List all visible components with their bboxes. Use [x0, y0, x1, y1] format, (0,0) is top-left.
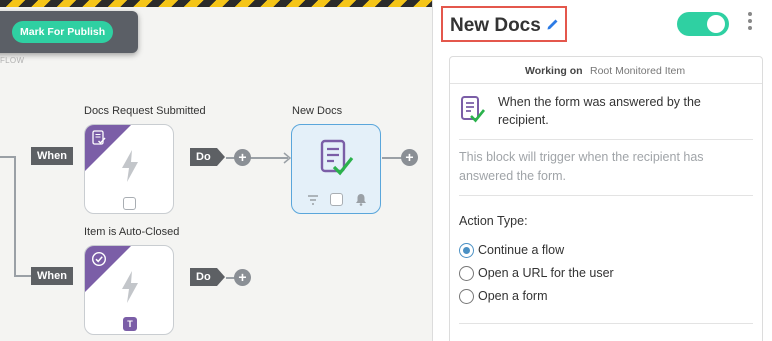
working-on-value[interactable]: Root Monitored Item: [590, 65, 685, 77]
divider: [459, 323, 753, 324]
mark-for-publish-button[interactable]: Mark For Publish: [12, 21, 114, 43]
divider: [459, 139, 753, 140]
node-title: Item is Auto-Closed: [84, 226, 180, 238]
working-on-label: Working on: [525, 65, 583, 77]
details-panel: New Docs Working on Root Monitored Item …: [432, 0, 772, 341]
block-settings-card: Working on Root Monitored Item When the …: [449, 56, 763, 341]
radio-label: Continue a flow: [478, 243, 565, 257]
radio-button[interactable]: [459, 243, 474, 258]
radio-button[interactable]: [459, 289, 474, 304]
radio-button[interactable]: [459, 266, 474, 281]
node-title: New Docs: [292, 105, 343, 117]
lightning-bolt-icon: [122, 150, 138, 182]
document-check-icon: [461, 96, 486, 123]
do-tag: Do: [190, 148, 225, 166]
lightning-bolt-icon: [122, 271, 138, 303]
trigger-node-auto-closed[interactable]: T: [84, 245, 174, 335]
toggle-knob: [707, 15, 725, 33]
flow-canvas[interactable]: Mark For Publish FLOW When Docs Request …: [0, 0, 432, 341]
node-checkbox[interactable]: [123, 197, 136, 210]
radio-label: Open a URL for the user: [478, 266, 614, 280]
node3-out-line: [382, 157, 402, 159]
node-title: Docs Request Submitted: [84, 105, 206, 117]
action-node-new-docs[interactable]: [291, 124, 381, 214]
publish-toolbar: Mark For Publish: [0, 11, 138, 53]
pencil-icon[interactable]: [546, 17, 560, 31]
filter-icon[interactable]: [307, 195, 319, 205]
panel-title-highlight: New Docs: [441, 6, 567, 42]
panel-title[interactable]: New Docs: [450, 15, 541, 37]
arrow-head: [283, 152, 291, 164]
when-tag: When: [31, 147, 73, 165]
add-step-button[interactable]: +: [234, 149, 251, 166]
document-check-icon: [320, 139, 354, 176]
do-tag: Do: [190, 268, 225, 286]
enabled-toggle[interactable]: [677, 12, 729, 36]
add-step-button[interactable]: +: [401, 149, 418, 166]
bell-icon[interactable]: [355, 193, 367, 206]
trigger-node-docs-request[interactable]: [84, 124, 174, 214]
document-check-icon: [92, 130, 106, 145]
when-tag: When: [31, 267, 73, 285]
flow-hint: FLOW: [0, 56, 25, 65]
working-on-header: Working on Root Monitored Item: [450, 57, 762, 84]
check-circle-icon: [91, 251, 107, 267]
divider: [459, 195, 753, 196]
trigger-text: When the form was answered by the recipi…: [498, 95, 701, 127]
trigger-description: This block will trigger when the recipie…: [459, 150, 704, 183]
trunk-line-v: [14, 156, 16, 276]
node-checkbox[interactable]: [330, 193, 343, 206]
hazard-stripe: [0, 0, 432, 7]
radio-label: Open a form: [478, 289, 548, 303]
add-step-button[interactable]: +: [234, 269, 251, 286]
type-badge: T: [123, 317, 137, 331]
action-type-label: Action Type:: [459, 214, 528, 228]
kebab-menu-icon[interactable]: [746, 12, 754, 34]
